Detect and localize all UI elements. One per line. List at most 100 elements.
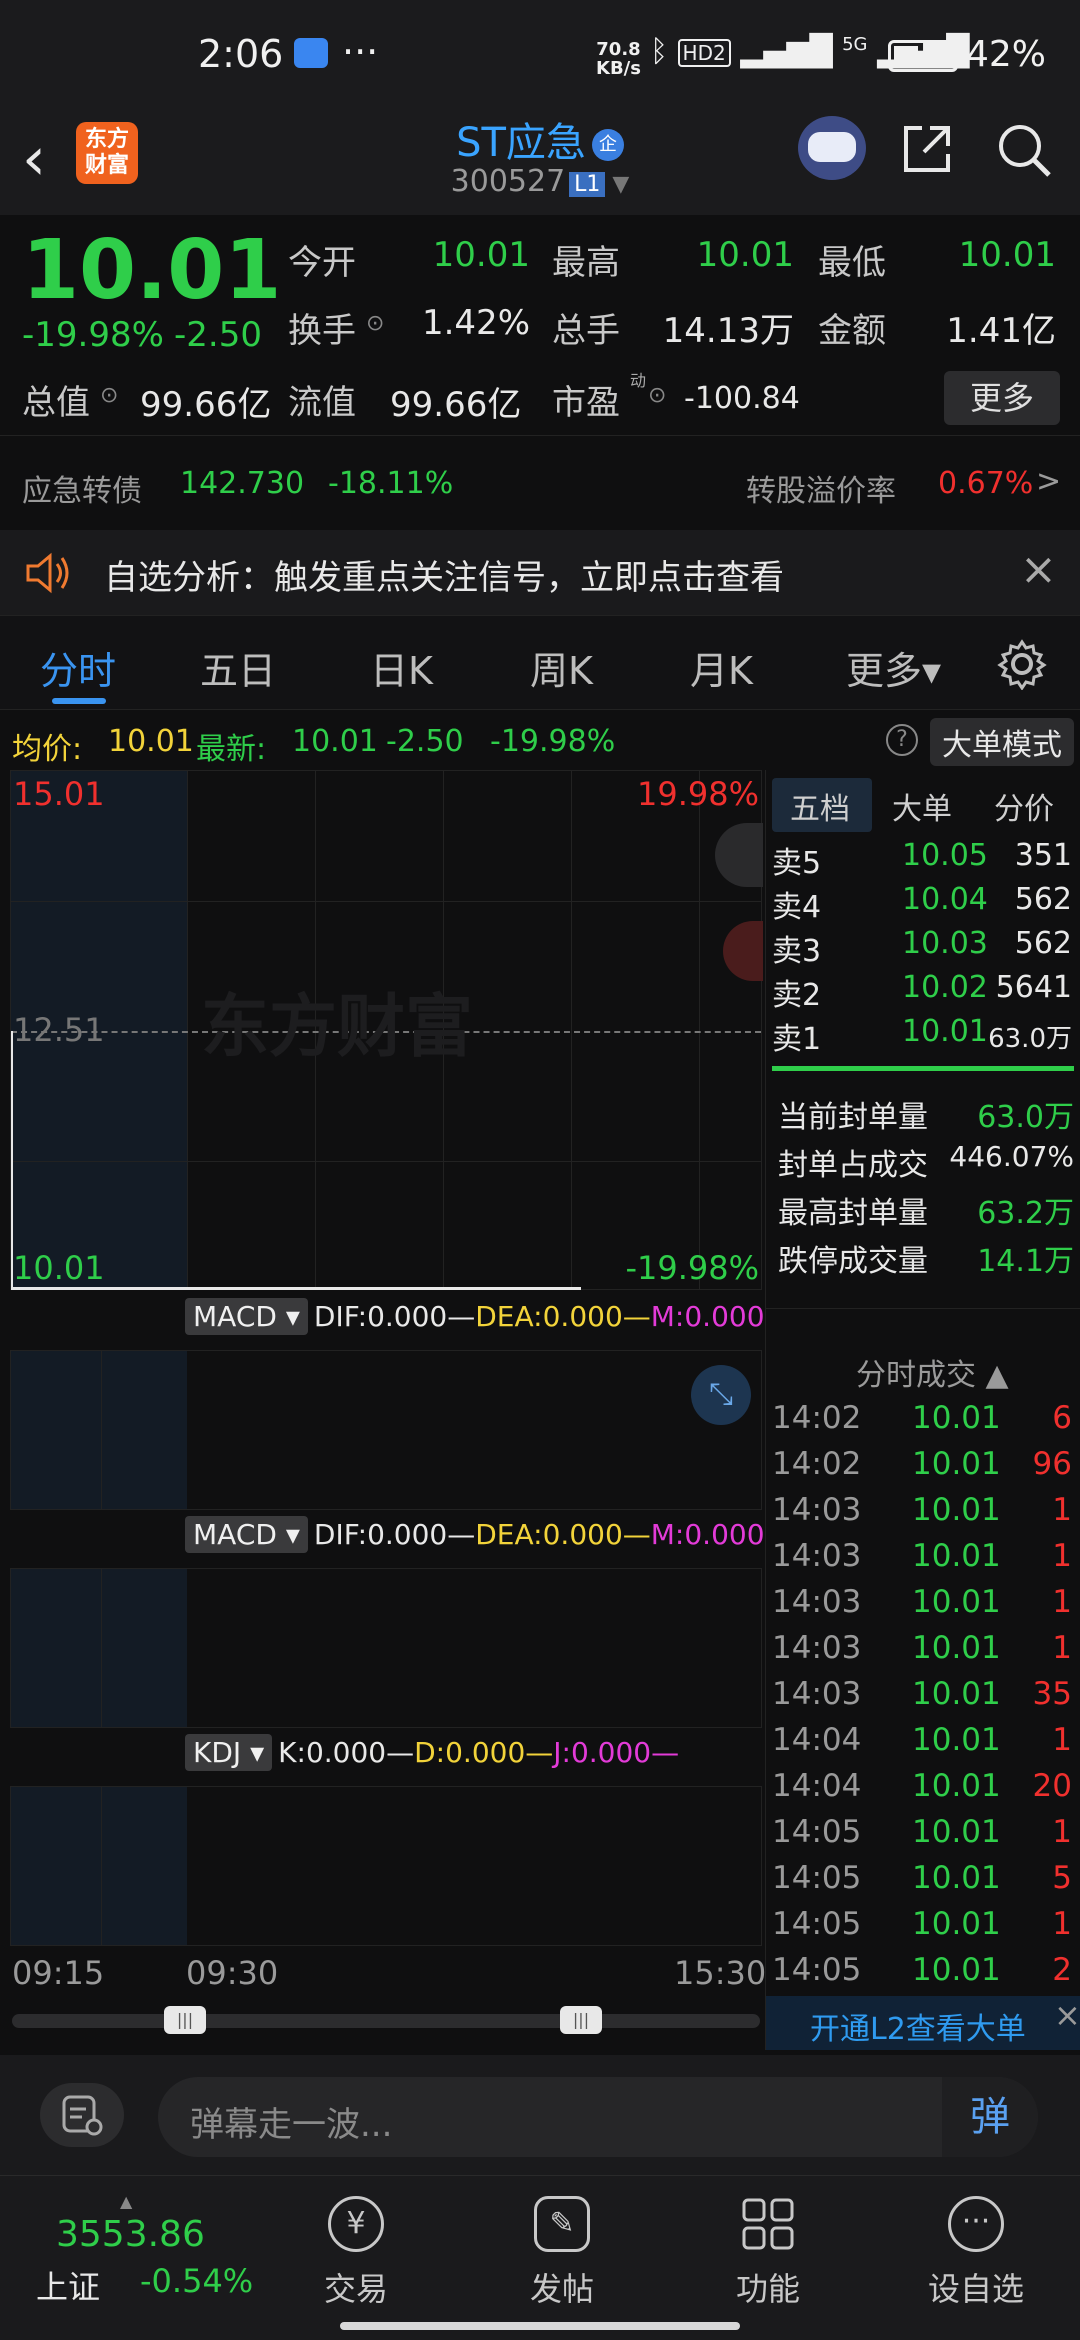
- trade-row: 14:03 10.01 35: [772, 1676, 1072, 1712]
- index-change: -0.54%: [140, 2262, 254, 2300]
- info-icon[interactable]: ⊙: [100, 383, 118, 408]
- l2-banner[interactable]: 开通L2查看大单 ×: [766, 1996, 1080, 2050]
- tab-day-k[interactable]: 日K: [370, 640, 433, 695]
- cb-premium-label: 转股溢价率: [746, 474, 896, 509]
- order-row: 卖2 10.02 5641: [772, 970, 1072, 1013]
- latest-change: -2.50: [386, 724, 464, 759]
- avg-label: 均价:: [12, 732, 83, 767]
- change-value: -2.50: [174, 315, 262, 355]
- search-icon[interactable]: [994, 120, 1054, 180]
- yen-icon: ¥: [328, 2196, 384, 2252]
- side-toggle-red-button[interactable]: [723, 921, 763, 981]
- nav-add-watchlist[interactable]: ··· 设自选: [916, 2196, 1036, 2310]
- nav-post[interactable]: ✎ 发帖: [502, 2196, 622, 2310]
- signal-bars-icon: ▂▄▆█: [740, 34, 833, 69]
- convertible-bond-row[interactable]: 应急转债 142.730 -18.11% 转股溢价率 0.67% >: [0, 435, 1080, 530]
- pe-label: 市盈: [552, 383, 620, 423]
- close-icon[interactable]: ×: [1054, 1996, 1080, 2034]
- side-tab-price-dist[interactable]: 分价: [994, 784, 1054, 828]
- time-range-scrollbar[interactable]: [12, 2014, 760, 2028]
- side-toggle-button[interactable]: [715, 823, 763, 887]
- active-tab-indicator: [52, 698, 106, 704]
- caret-up-icon: ▲: [120, 2192, 133, 2211]
- side-tab-level5[interactable]: 五档: [790, 784, 850, 828]
- index-ticker[interactable]: ▲ 3553.86 上证 -0.54%: [20, 2192, 260, 2312]
- chart-tabs: 分时 五日 日K 周K 月K 更多▾: [0, 615, 1080, 710]
- robot-assistant-icon[interactable]: [798, 116, 866, 180]
- indicator-selector[interactable]: KDJ ▾: [185, 1734, 273, 1771]
- tab-intraday[interactable]: 分时: [40, 640, 116, 695]
- danmaku-input[interactable]: 弹幕走一波... 弹: [158, 2077, 1038, 2157]
- trade-row: 14:04 10.01 1: [772, 1722, 1072, 1758]
- latest-value: 10.01: [292, 724, 378, 759]
- info-icon[interactable]: ⊙: [366, 311, 384, 336]
- danmaku-send-button[interactable]: 弹: [942, 2077, 1038, 2157]
- trade-row: 14:05 10.01 2: [772, 1952, 1072, 1988]
- y-bottom-label: 10.01: [13, 1249, 105, 1287]
- avg-value: 10.01: [108, 724, 194, 759]
- index-value: 3553.86: [56, 2214, 205, 2255]
- more-button[interactable]: 更多: [944, 371, 1060, 425]
- indicator-selector[interactable]: MACD ▾: [185, 1298, 308, 1335]
- range-handle-right[interactable]: |||: [560, 2006, 602, 2034]
- trade-row: 14:03 10.01 1: [772, 1538, 1072, 1574]
- quote-panel: 10.01 -19.98% -2.50 今开 10.01 最高 10.01 最低…: [0, 215, 1080, 435]
- high-value: 10.01: [696, 235, 794, 275]
- macd-panel-1: ⤡: [10, 1350, 762, 1510]
- float-label: 流值: [288, 383, 356, 423]
- big-order-mode-button[interactable]: 大单模式: [930, 718, 1074, 766]
- 5g-label: 5G: [842, 34, 868, 55]
- float-value: 99.66亿: [390, 385, 522, 425]
- last-price: 10.01: [22, 223, 282, 318]
- low-value: 10.01: [958, 235, 1056, 275]
- order-row: 卖5 10.05 351: [772, 838, 1072, 881]
- avg-price-line: 均价: 10.01 最新: 10.01 -2.50 -19.98% ? 大单模式: [0, 712, 1080, 770]
- cb-premium-value: 0.67%: [938, 466, 1034, 501]
- cb-change: -18.11%: [328, 466, 454, 501]
- macd-panel-2: [10, 1568, 762, 1728]
- status-bar: 2:06 ··· 70.8 KB/s ᛒ HD2 ▂▄▆█ 5G ▂▄▆█ 42…: [0, 0, 1080, 110]
- nav-trade[interactable]: ¥ 交易: [296, 2196, 416, 2310]
- comment-bar: 弹幕走一波... 弹: [0, 2055, 1080, 2175]
- hd-icon: HD2: [677, 38, 731, 67]
- side-panel: 五档 大单 分价 卖5 10.05 351 卖4 10.04 562 卖3 10…: [765, 770, 1080, 2050]
- indicator-selector[interactable]: MACD ▾: [185, 1516, 308, 1553]
- tab-week-k[interactable]: 周K: [530, 640, 593, 695]
- y-mid-label: 12.51: [13, 1011, 105, 1049]
- seal-bar: [772, 1066, 1074, 1071]
- intraday-chart[interactable]: 东方财富 15.01 12.51 10.01 19.98% -19.98% MA…: [0, 770, 766, 2050]
- order-row: 卖1 10.01 63.0万: [772, 1014, 1072, 1057]
- tab-more[interactable]: 更多▾: [846, 640, 941, 695]
- indicator-row-kdj: KDJ ▾ K:0.000—D:0.000—J:0.000—: [185, 1734, 679, 1778]
- trade-row: 14:03 10.01 1: [772, 1630, 1072, 1666]
- bottom-nav: ▲ 3553.86 上证 -0.54% ¥ 交易 ✎ 发帖 功能 ··· 设自选: [0, 2175, 1080, 2340]
- expand-icon[interactable]: ⤡: [691, 1365, 751, 1425]
- tab-five-day[interactable]: 五日: [200, 640, 276, 695]
- kdj-panel: [10, 1786, 762, 1946]
- danmaku-placeholder: 弹幕走一波...: [190, 2105, 393, 2145]
- range-handle-left[interactable]: |||: [164, 2006, 206, 2034]
- gear-icon[interactable]: [996, 638, 1048, 690]
- help-icon[interactable]: ?: [886, 724, 918, 756]
- analysis-banner[interactable]: 自选分析：触发重点关注信号，立即点击查看 ×: [0, 530, 1080, 615]
- amount-value: 1.41亿: [946, 311, 1056, 351]
- y-top-label: 15.01: [13, 775, 105, 813]
- tab-month-k[interactable]: 月K: [690, 640, 753, 695]
- share-icon[interactable]: [900, 122, 954, 176]
- status-time: 2:06: [198, 32, 284, 76]
- turnover-label: 换手: [288, 311, 356, 351]
- side-tab-big-orders[interactable]: 大单: [892, 784, 952, 828]
- info-icon[interactable]: ⊙: [648, 383, 666, 408]
- chevron-down-icon: ▼: [605, 172, 630, 197]
- battery-icon: [888, 40, 958, 72]
- close-icon[interactable]: ×: [1020, 544, 1057, 595]
- price-panel: 东方财富 15.01 12.51 10.01 19.98% -19.98%: [10, 770, 763, 1290]
- order-row: 卖4 10.04 562: [772, 882, 1072, 925]
- mktcap-value: 99.66亿: [140, 385, 272, 425]
- nav-functions[interactable]: 功能: [708, 2196, 828, 2310]
- trades-title[interactable]: 分时成交 ▲: [856, 1350, 1009, 1394]
- trade-row: 14:04 10.01 20: [772, 1768, 1072, 1804]
- comment-toggle-icon[interactable]: [40, 2083, 124, 2147]
- pe-value: -100.84: [684, 381, 800, 416]
- x-start-label: 09:15: [12, 1954, 105, 1992]
